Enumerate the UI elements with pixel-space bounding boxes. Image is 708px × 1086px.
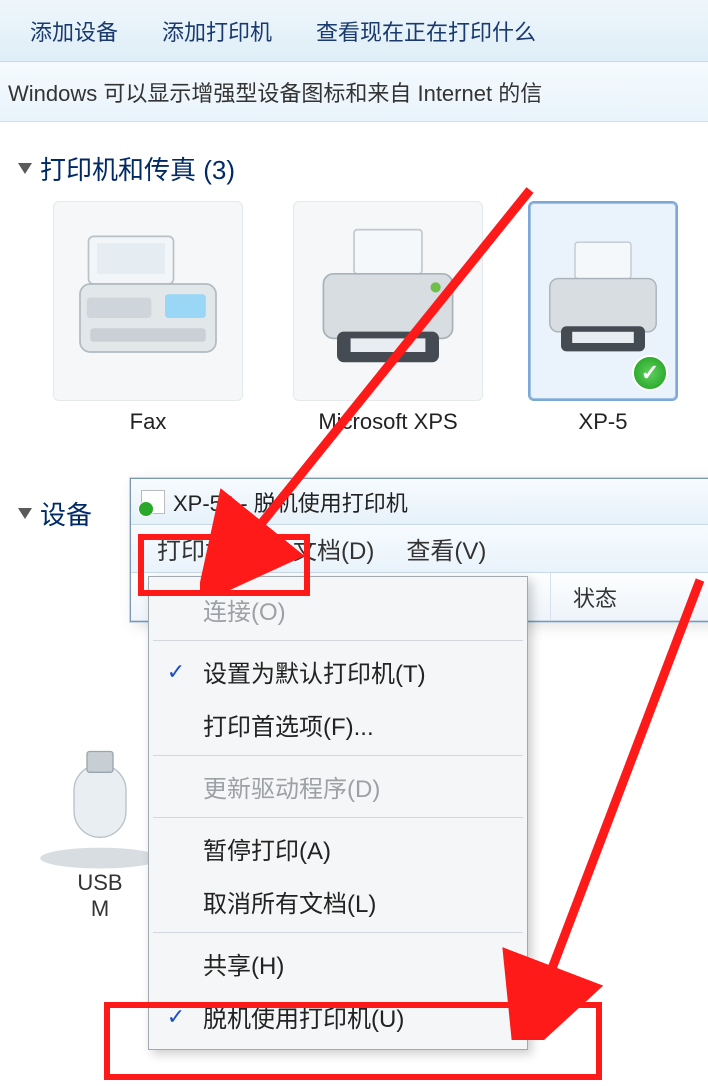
device-xp58[interactable]: ✓ XP-5 <box>528 201 678 435</box>
printer-icon <box>293 201 483 401</box>
printer-small-icon <box>141 490 165 514</box>
menu-item-offline[interactable]: ✓脱机使用打印机(U) <box>149 990 527 1043</box>
section-printers: 打印机和传真 (3) <box>0 122 708 191</box>
menu-document[interactable]: 文档(D) <box>277 527 390 570</box>
check-icon: ✓ <box>149 1004 203 1030</box>
section-devices-label: 设备 <box>40 495 92 532</box>
menu-view[interactable]: 查看(V) <box>390 527 502 570</box>
window-titlebar[interactable]: XP-58 - 脱机使用打印机 <box>131 479 708 525</box>
printer-list: Fax Microsoft XPS ✓ XP-5 <box>0 191 708 435</box>
device-xp58-label: XP-5 <box>579 409 628 435</box>
device-fax-label: Fax <box>130 409 167 435</box>
device-xps[interactable]: Microsoft XPS <box>288 201 488 435</box>
toolbar-view-printing[interactable]: 查看现在正在打印什么 <box>294 9 558 53</box>
section-printers-title[interactable]: 打印机和传真 (3) <box>18 150 690 187</box>
menu-item-connect: 连接(O) <box>149 583 527 636</box>
device-fax[interactable]: Fax <box>48 201 248 435</box>
menu-printer[interactable]: 打印机(P) <box>141 527 277 570</box>
default-check-icon: ✓ <box>632 355 668 391</box>
menu-item-share[interactable]: 共享(H) <box>149 937 527 990</box>
toolbar-add-device[interactable]: 添加设备 <box>8 9 140 53</box>
fax-icon <box>53 201 243 401</box>
flash-drive-icon <box>35 750 165 870</box>
col-status[interactable]: 状态 <box>551 573 708 620</box>
menu-item-update-driver: 更新驱动程序(D) <box>149 760 527 813</box>
info-bar: Windows 可以显示增强型设备图标和来自 Internet 的信 <box>0 62 708 122</box>
section-printers-label: 打印机和传真 (3) <box>40 150 235 187</box>
menu-item-set-default[interactable]: ✓设置为默认打印机(T) <box>149 645 527 698</box>
menu-item-pause[interactable]: 暂停打印(A) <box>149 822 527 875</box>
collapse-icon <box>18 508 32 519</box>
device-xps-label: Microsoft XPS <box>318 409 457 435</box>
window-menubar: 打印机(P) 文档(D) 查看(V) <box>131 525 708 573</box>
device-usb-label1: USB <box>77 870 122 896</box>
device-usb-label2: M <box>91 896 109 922</box>
check-icon: ✓ <box>149 659 203 685</box>
toolbar: 添加设备 添加打印机 查看现在正在打印什么 <box>0 0 708 62</box>
collapse-icon <box>18 163 32 174</box>
menu-item-preferences[interactable]: 打印首选项(F)... <box>149 698 527 751</box>
printer-icon: ✓ <box>528 201 678 401</box>
printer-menu-dropdown: 连接(O) ✓设置为默认打印机(T) 打印首选项(F)... 更新驱动程序(D)… <box>148 576 528 1050</box>
toolbar-add-printer[interactable]: 添加打印机 <box>140 9 294 53</box>
menu-item-cancel-all[interactable]: 取消所有文档(L) <box>149 875 527 928</box>
window-title: XP-58 - 脱机使用打印机 <box>173 486 408 518</box>
